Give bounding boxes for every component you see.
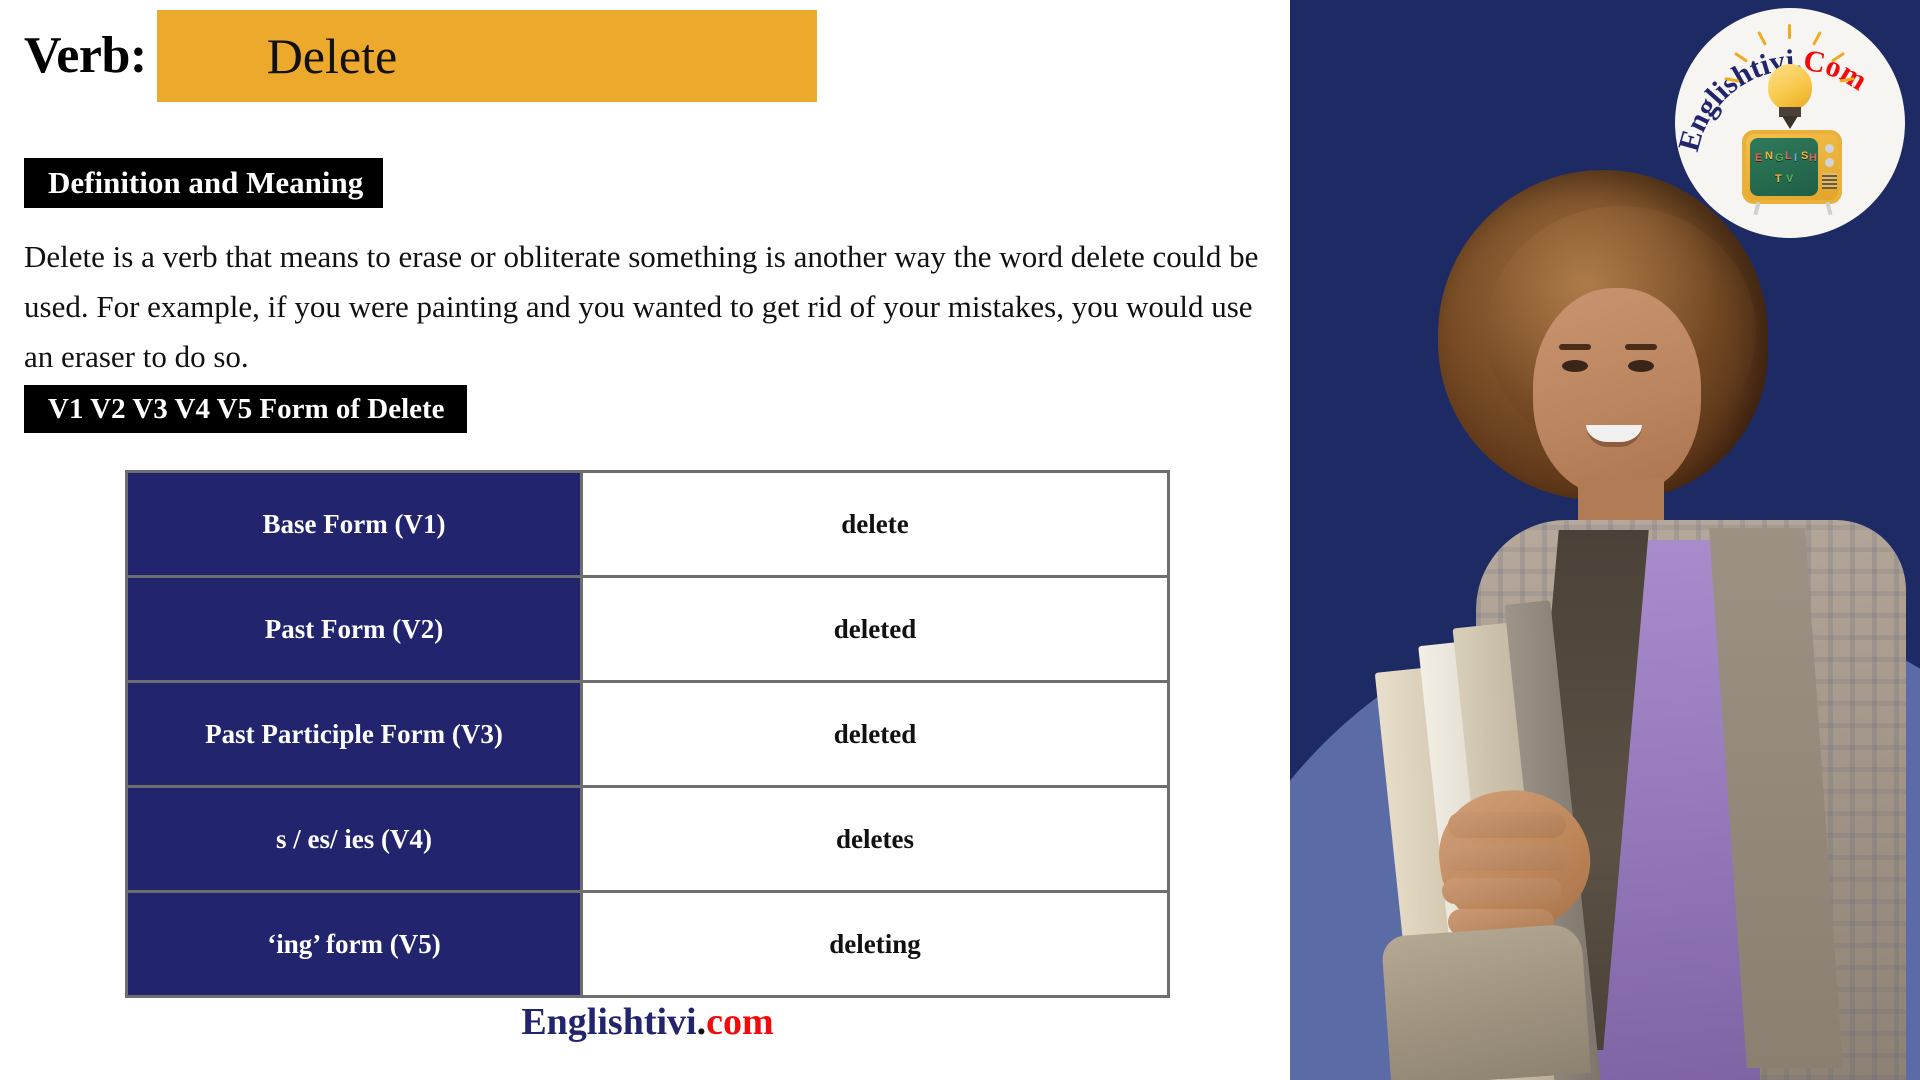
student-bag (1381, 923, 1591, 1080)
definition-banner: Definition and Meaning (24, 158, 384, 208)
student-finger-2 (1442, 845, 1568, 871)
table-row: Past Form (V2) deleted (125, 575, 1170, 683)
footer-brand-secondary: com (706, 1001, 774, 1043)
form-value-v4: deletes (580, 785, 1170, 893)
form-label-v4: s / es/ ies (V4) (125, 785, 583, 893)
englishtivi-logo: Englishtivi.Com E N G L I S H T V (1675, 8, 1905, 238)
tv-letter: N (1765, 150, 1773, 162)
student-finger-1 (1448, 812, 1566, 838)
tv-letter: H (1809, 152, 1817, 164)
student-eye-left (1562, 360, 1588, 372)
tv-letter: G (1775, 152, 1784, 164)
form-label-v5: ‘ing’ form (V5) (125, 890, 583, 998)
table-row: Base Form (V1) delete (125, 470, 1170, 578)
verb-value-box: Delete (156, 10, 817, 102)
forms-banner: V1 V2 V3 V4 V5 Form of Delete (24, 385, 467, 433)
television-screen (1750, 138, 1818, 196)
student-face (1533, 288, 1701, 496)
tv-letter: V (1786, 173, 1794, 185)
verb-forms-table: Base Form (V1) delete Past Form (V2) del… (125, 470, 1170, 998)
television-knob-2 (1825, 158, 1834, 167)
table-row: Past Participle Form (V3) deleted (125, 680, 1170, 788)
footer-brand: Englishtivi.com (125, 1000, 1170, 1044)
left-content-area: Verb: Delete Definition and Meaning Dele… (0, 0, 1290, 1080)
lightbulb-tip-icon (1782, 116, 1798, 129)
form-value-v3: deleted (580, 680, 1170, 788)
student-eyebrow-left (1559, 344, 1591, 350)
forms-banner-label: V1 V2 V3 V4 V5 Form of Delete (48, 392, 445, 425)
definition-paragraph: Delete is a verb that means to erase or … (24, 239, 1259, 374)
tv-letter: L (1785, 150, 1792, 162)
student-eyebrow-right (1625, 344, 1657, 350)
television-speaker-grill (1822, 173, 1837, 189)
form-value-v2: deleted (580, 575, 1170, 683)
tv-letter: S (1801, 150, 1809, 162)
bulb-ray (1788, 24, 1791, 39)
television-knob-1 (1825, 144, 1834, 153)
table-row: ‘ing’ form (V5) deleting (125, 890, 1170, 998)
student-eye-right (1628, 360, 1654, 372)
form-label-v2: Past Form (V2) (125, 575, 583, 683)
form-label-v1: Base Form (V1) (125, 470, 583, 578)
verb-label: Verb: (24, 27, 147, 84)
tv-letter: E (1755, 152, 1763, 164)
form-label-v3: Past Participle Form (V3) (125, 680, 583, 788)
footer-brand-primary: Englishtivi (521, 1001, 697, 1043)
footer-brand-dot: . (696, 1001, 707, 1043)
form-value-v5: deleting (580, 890, 1170, 998)
definition-banner-label: Definition and Meaning (48, 165, 364, 200)
tv-letter: I (1794, 152, 1798, 164)
table-row: s / es/ ies (V4) deletes (125, 785, 1170, 893)
tv-letter: T (1775, 173, 1782, 185)
form-value-v1: delete (580, 470, 1170, 578)
lightbulb-icon (1768, 64, 1812, 110)
student-finger-3 (1442, 878, 1562, 904)
verb-header: Verb: Delete (24, 10, 817, 102)
page-root: Verb: Delete Definition and Meaning Dele… (0, 0, 1920, 1080)
verb-value: Delete (266, 28, 398, 84)
